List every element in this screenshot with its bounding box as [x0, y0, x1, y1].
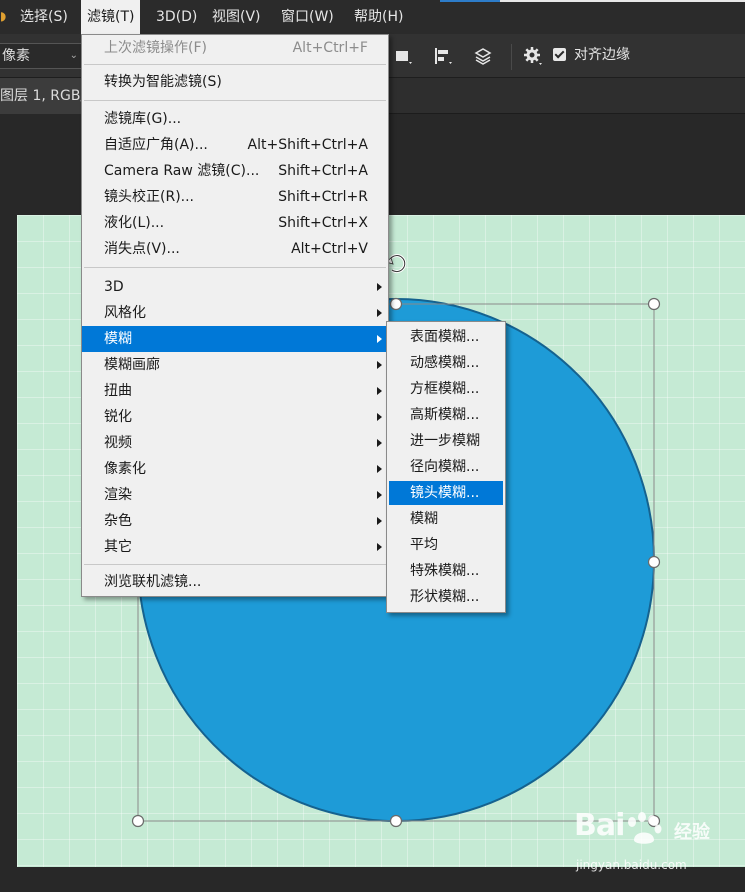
- transform-handle-top-right[interactable]: [647, 297, 661, 311]
- menu-item-lens-correction[interactable]: 镜头校正(R)... Shift+Ctrl+R: [82, 184, 388, 210]
- menu-item-adaptive-wide-angle[interactable]: 自适应广角(A)... Alt+Shift+Ctrl+A: [82, 132, 388, 158]
- paw-logo-icon: [628, 812, 662, 844]
- menu-item-last-filter[interactable]: 上次滤镜操作(F) Alt+Ctrl+F: [82, 35, 388, 61]
- submenu-arrow-icon: [377, 387, 382, 395]
- menu-divider: [84, 267, 386, 268]
- menu-item-blur-gallery[interactable]: 模糊画廊: [82, 352, 388, 378]
- menu-item-render[interactable]: 渲染: [82, 482, 388, 508]
- menu-item-filter-gallery[interactable]: 滤镜库(G)...: [82, 106, 388, 132]
- submenu-item-box-blur[interactable]: 方框模糊...: [389, 377, 503, 401]
- submenu-arrow-icon: [377, 413, 382, 421]
- submenu-arrow-icon: [377, 465, 382, 473]
- menu-item-liquify[interactable]: 液化(L)... Shift+Ctrl+X: [82, 210, 388, 236]
- submenu-arrow-icon: [377, 283, 382, 291]
- submenu-item-surface-blur[interactable]: 表面模糊...: [389, 325, 503, 349]
- menu-item-pixelate[interactable]: 像素化: [82, 456, 388, 482]
- transform-handle-bottom[interactable]: [389, 814, 403, 828]
- watermark-brand: Bai: [574, 808, 625, 843]
- submenu-arrow-icon: [377, 543, 382, 551]
- submenu-arrow-icon: [377, 335, 382, 343]
- menu-item-distort[interactable]: 扭曲: [82, 378, 388, 404]
- menu-item-3d[interactable]: 3D: [82, 274, 388, 300]
- watermark-url: jingyan.baidu.com: [576, 858, 687, 872]
- submenu-item-lens-blur[interactable]: 镜头模糊...: [389, 481, 503, 505]
- menu-item-camera-raw[interactable]: Camera Raw 滤镜(C)... Shift+Ctrl+A: [82, 158, 388, 184]
- menu-item-video[interactable]: 视频: [82, 430, 388, 456]
- submenu-arrow-icon: [377, 361, 382, 369]
- filter-menu-dropdown: 上次滤镜操作(F) Alt+Ctrl+F 转换为智能滤镜(S) 滤镜库(G)..…: [81, 34, 389, 597]
- transform-handle-bottom-left[interactable]: [131, 814, 145, 828]
- menu-divider: [84, 64, 386, 65]
- submenu-arrow-icon: [377, 517, 382, 525]
- submenu-item-shape-blur[interactable]: 形状模糊...: [389, 585, 503, 609]
- transform-handle-right[interactable]: [647, 555, 661, 569]
- menu-divider: [84, 564, 386, 565]
- menu-item-other[interactable]: 其它: [82, 534, 388, 560]
- menu-item-browse-online-filters[interactable]: 浏览联机滤镜...: [82, 569, 388, 595]
- submenu-arrow-icon: [377, 309, 382, 317]
- submenu-item-gaussian-blur[interactable]: 高斯模糊...: [389, 403, 503, 427]
- submenu-item-blur[interactable]: 模糊: [389, 507, 503, 531]
- menu-item-noise[interactable]: 杂色: [82, 508, 388, 534]
- submenu-arrow-icon: [377, 491, 382, 499]
- watermark-suffix: 经验: [674, 822, 710, 843]
- menu-item-vanishing-point[interactable]: 消失点(V)... Alt+Ctrl+V: [82, 236, 388, 262]
- menu-item-convert-smart-filters[interactable]: 转换为智能滤镜(S): [82, 69, 388, 95]
- blur-submenu: 表面模糊... 动感模糊... 方框模糊... 高斯模糊... 进一步模糊 径向…: [386, 321, 506, 613]
- baidu-jingyan-watermark: Bai 经验 jingyan.baidu.com: [574, 808, 734, 878]
- menu-item-stylize[interactable]: 风格化: [82, 300, 388, 326]
- menu-divider: [84, 100, 386, 101]
- menu-item-sharpen[interactable]: 锐化: [82, 404, 388, 430]
- submenu-arrow-icon: [377, 439, 382, 447]
- submenu-item-radial-blur[interactable]: 径向模糊...: [389, 455, 503, 479]
- transform-handle-top[interactable]: [389, 297, 403, 311]
- submenu-item-blur-more[interactable]: 进一步模糊: [389, 429, 503, 453]
- submenu-item-motion-blur[interactable]: 动感模糊...: [389, 351, 503, 375]
- menu-item-blur[interactable]: 模糊: [82, 326, 388, 352]
- submenu-item-smart-blur[interactable]: 特殊模糊...: [389, 559, 503, 583]
- submenu-item-average[interactable]: 平均: [389, 533, 503, 557]
